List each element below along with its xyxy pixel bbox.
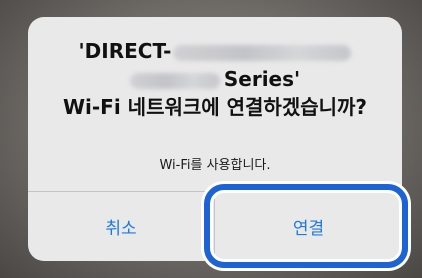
alert-title: 'DIRECT- Series' Wi-Fi 네트워크에 연결하겠습니까? [28,37,402,121]
redacted-ssid-blur [173,44,352,61]
cancel-button[interactable]: 취소 [28,192,214,261]
connect-button[interactable]: 연결 [215,192,402,261]
wifi-join-alert-dialog: 'DIRECT- Series' Wi-Fi 네트워크에 연결하겠습니까? Wi… [28,17,402,261]
alert-message: Wi-Fi를 사용합니다. [159,158,271,173]
ssid-suffix-text: Series' [223,67,301,91]
alert-title-line-2: Series' [28,65,402,93]
redacted-ssid-blur-2 [129,72,220,89]
ssid-prefix-text: 'DIRECT- [78,39,172,63]
alert-question: Wi-Fi 네트워크에 연결하겠습니까? [62,95,368,119]
alert-title-line-1: 'DIRECT- [28,37,402,65]
